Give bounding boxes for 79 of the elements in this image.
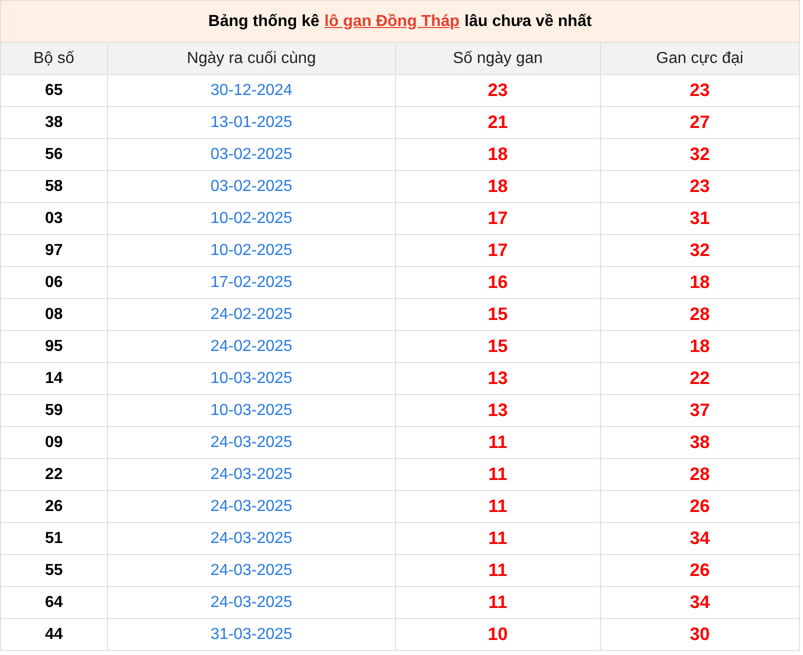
max-cell: 34 xyxy=(600,523,799,554)
max-cell: 34 xyxy=(600,587,799,618)
days-cell: 16 xyxy=(395,267,600,298)
max-cell: 27 xyxy=(600,107,799,138)
max-cell: 28 xyxy=(600,459,799,490)
days-cell: 11 xyxy=(395,491,600,522)
date-cell: 30-12-2024 xyxy=(106,75,396,106)
number-cell-text: 06 xyxy=(44,272,64,292)
column-header: Ngày ra cuối cùng xyxy=(106,43,396,74)
date-cell: 03-02-2025 xyxy=(106,171,396,202)
number-cell-text: 64 xyxy=(44,592,64,612)
date-cell: 10-03-2025 xyxy=(106,395,396,426)
days-cell: 15 xyxy=(395,299,600,330)
max-cell: 38 xyxy=(600,427,799,458)
number-cell-text: 14 xyxy=(44,368,64,388)
date-cell: 10-02-2025 xyxy=(106,235,396,266)
number-cell-text: 08 xyxy=(44,304,64,324)
number-cell-text: 97 xyxy=(44,240,64,260)
date-cell: 24-03-2025 xyxy=(106,491,396,522)
title-text: lâu chưa về nhất xyxy=(464,12,592,32)
max-cell: 23 xyxy=(600,75,799,106)
days-cell: 18 xyxy=(395,139,600,170)
number-cell-text: 51 xyxy=(44,528,64,548)
max-cell: 23 xyxy=(600,171,799,202)
date-cell: 10-03-2025 xyxy=(106,363,396,394)
days-cell: 17 xyxy=(395,235,600,266)
days-cell: 13 xyxy=(395,363,600,394)
date-cell: 24-02-2025 xyxy=(106,299,396,330)
days-cell: 10 xyxy=(395,619,600,650)
date-cell: 03-02-2025 xyxy=(106,139,396,170)
column-header: Số ngày gan xyxy=(395,43,600,74)
number-cell-text: 55 xyxy=(44,560,64,580)
number-cell-text: 09 xyxy=(44,432,64,452)
max-cell: 30 xyxy=(600,619,799,650)
number-cell-text: 59 xyxy=(44,400,64,420)
max-cell: 37 xyxy=(600,395,799,426)
max-cell: 26 xyxy=(600,555,799,586)
days-cell: 17 xyxy=(395,203,600,234)
date-cell: 24-03-2025 xyxy=(106,555,396,586)
max-cell: 26 xyxy=(600,491,799,522)
number-cell-text: 95 xyxy=(44,336,64,356)
max-cell: 32 xyxy=(600,139,799,170)
date-cell: 31-03-2025 xyxy=(106,619,396,650)
title-link[interactable]: lô gan Đồng Tháp xyxy=(324,10,460,34)
column-header: Gan cực đại xyxy=(600,43,799,74)
number-cell-text: 26 xyxy=(44,496,64,516)
date-cell: 10-02-2025 xyxy=(106,203,396,234)
date-cell: 24-02-2025 xyxy=(106,331,396,362)
number-cell-text: 44 xyxy=(44,624,64,644)
number-cell-text: 58 xyxy=(44,176,64,196)
max-cell: 22 xyxy=(600,363,799,394)
days-cell: 23 xyxy=(395,75,600,106)
number-cell-text: 03 xyxy=(44,208,64,228)
number-cell-text: 56 xyxy=(44,144,64,164)
date-cell: 24-03-2025 xyxy=(106,523,396,554)
days-cell: 11 xyxy=(395,523,600,554)
column-header: Bộ số xyxy=(32,48,76,68)
max-cell: 32 xyxy=(600,235,799,266)
max-cell: 18 xyxy=(600,331,799,362)
max-cell: 28 xyxy=(600,299,799,330)
date-cell: 13-01-2025 xyxy=(106,107,396,138)
date-cell: 24-03-2025 xyxy=(106,459,396,490)
title-text: Bảng thống kê xyxy=(208,12,320,32)
days-cell: 21 xyxy=(395,107,600,138)
max-cell: 31 xyxy=(600,203,799,234)
days-cell: 11 xyxy=(395,427,600,458)
days-cell: 11 xyxy=(395,555,600,586)
date-cell: 24-03-2025 xyxy=(106,427,396,458)
number-cell-text: 65 xyxy=(44,80,64,100)
days-cell: 11 xyxy=(395,459,600,490)
max-cell: 18 xyxy=(600,267,799,298)
number-cell-text: 38 xyxy=(44,112,64,132)
date-cell: 17-02-2025 xyxy=(106,267,396,298)
days-cell: 13 xyxy=(395,395,600,426)
number-cell-text: 22 xyxy=(44,464,64,484)
days-cell: 15 xyxy=(395,331,600,362)
date-cell: 24-03-2025 xyxy=(106,587,396,618)
days-cell: 11 xyxy=(395,587,600,618)
days-cell: 18 xyxy=(395,171,600,202)
